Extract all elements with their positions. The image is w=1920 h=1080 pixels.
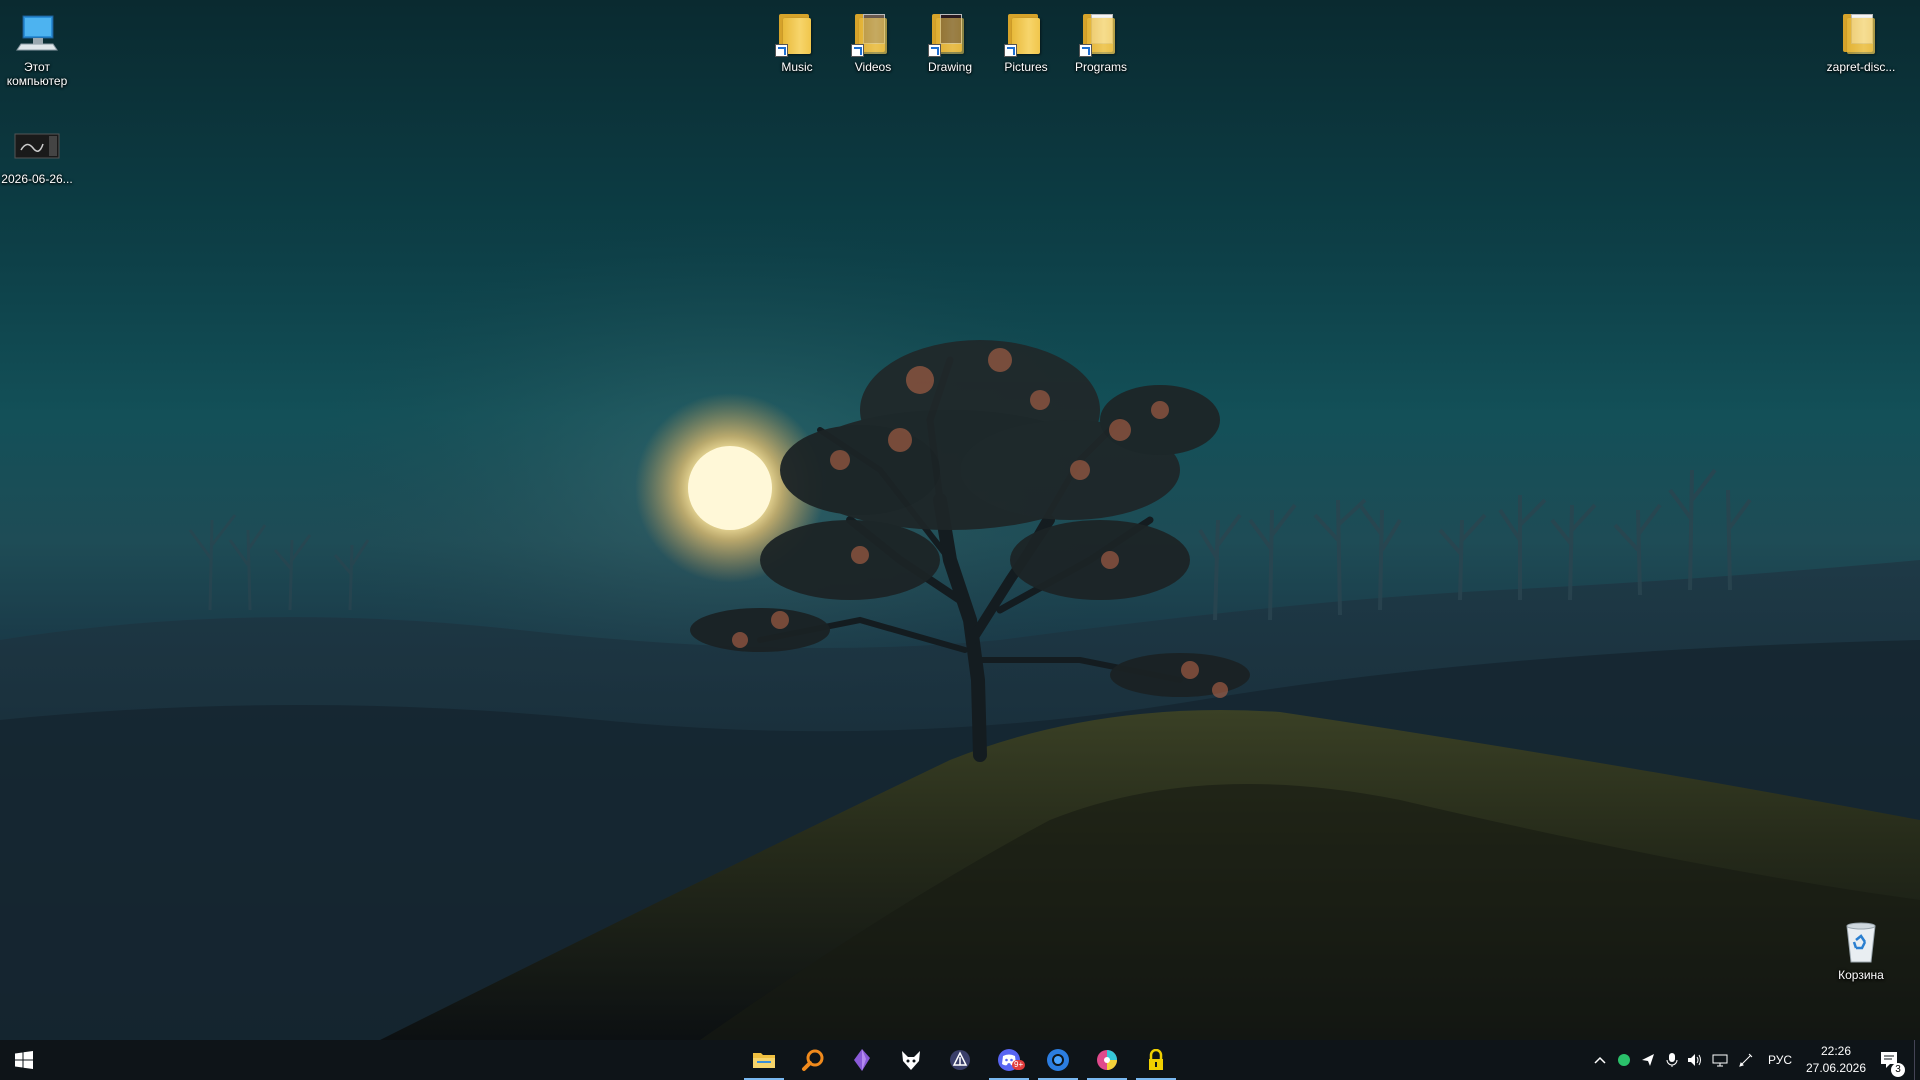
music-label: Music bbox=[781, 60, 813, 74]
taskbar-lock-app[interactable] bbox=[1132, 1040, 1180, 1080]
microphone-icon bbox=[1666, 1053, 1678, 1067]
speaker-icon bbox=[1688, 1054, 1701, 1066]
tray-pen[interactable] bbox=[1735, 1040, 1757, 1080]
palette-icon bbox=[1097, 1050, 1117, 1070]
pictures-label: Pictures bbox=[1004, 60, 1048, 74]
browser-icon bbox=[1047, 1049, 1069, 1071]
image-thumbnail-icon bbox=[13, 122, 61, 170]
taskbar-browser[interactable] bbox=[1034, 1040, 1082, 1080]
tray-telegram[interactable] bbox=[1637, 1040, 1659, 1080]
folder-icon bbox=[773, 10, 821, 58]
screenshot-file-label: 2026-06-26... bbox=[1, 172, 73, 186]
network-icon bbox=[1712, 1054, 1728, 1067]
computer-icon bbox=[13, 10, 61, 58]
gem-icon bbox=[854, 1049, 870, 1071]
triangle-icon bbox=[950, 1050, 970, 1070]
fox-icon bbox=[902, 1051, 920, 1070]
taskbar-gem-app[interactable] bbox=[838, 1040, 886, 1080]
programs-label: Programs bbox=[1074, 60, 1127, 74]
recycle-bin-label: Корзина bbox=[1838, 968, 1884, 982]
recycle-bin-icon bbox=[1837, 918, 1885, 966]
start-button[interactable] bbox=[0, 1040, 48, 1080]
recycle-bin-item[interactable]: Корзина bbox=[1819, 914, 1903, 982]
folder-icon bbox=[849, 10, 897, 58]
pictures-folder-item[interactable]: Pictures bbox=[984, 6, 1068, 74]
this-pc-icon-item[interactable]: Этот компьютер bbox=[0, 6, 79, 88]
show-hidden-icons-button[interactable] bbox=[1590, 1040, 1610, 1080]
zapret-label: zapret-disc... bbox=[1826, 60, 1896, 74]
green-circle-icon bbox=[1618, 1054, 1630, 1066]
pen-icon bbox=[1739, 1053, 1753, 1067]
desktop[interactable]: Этот компьютер 2026-06-26... Music Video… bbox=[0, 0, 1920, 1040]
clock-time: 22:26 bbox=[1820, 1044, 1852, 1058]
show-desktop-button[interactable] bbox=[1914, 1040, 1920, 1080]
drawing-folder-item[interactable]: Drawing bbox=[908, 6, 992, 74]
notification-count-badge: 3 bbox=[1891, 1063, 1905, 1077]
music-folder-item[interactable]: Music bbox=[755, 6, 839, 74]
screenshot-file-item[interactable]: 2026-06-26... bbox=[0, 118, 79, 186]
taskbar-search-app[interactable] bbox=[789, 1040, 837, 1080]
clock-date: 27.06.2026 bbox=[1805, 1061, 1867, 1075]
folder-icon bbox=[1837, 10, 1885, 58]
folder-icon bbox=[753, 1053, 775, 1068]
chevron-up-icon bbox=[1594, 1056, 1606, 1064]
videos-folder-item[interactable]: Videos bbox=[831, 6, 915, 74]
taskbar-triangle-app[interactable] bbox=[936, 1040, 984, 1080]
videos-label: Videos bbox=[854, 60, 892, 74]
clock[interactable]: 22:26 27.06.2026 bbox=[1800, 1043, 1872, 1077]
paper-plane-icon bbox=[1642, 1054, 1654, 1066]
language-indicator[interactable]: РУС bbox=[1762, 1040, 1798, 1080]
tray-network[interactable] bbox=[1709, 1040, 1731, 1080]
discord-badge: 9+ bbox=[1012, 1060, 1026, 1070]
zapret-folder-item[interactable]: zapret-disc... bbox=[1819, 6, 1903, 74]
programs-folder-item[interactable]: Programs bbox=[1059, 6, 1143, 74]
taskbar-discord[interactable]: 9+ bbox=[985, 1040, 1033, 1080]
folder-icon bbox=[926, 10, 974, 58]
taskbar: 9+ РУС 22:26 27.06.2026 3 bbox=[0, 1040, 1920, 1080]
padlock-icon bbox=[1149, 1049, 1163, 1070]
folder-icon bbox=[1077, 10, 1125, 58]
tray-volume[interactable] bbox=[1684, 1040, 1706, 1080]
tray-status-app[interactable] bbox=[1613, 1040, 1635, 1080]
tray-microphone[interactable] bbox=[1661, 1040, 1683, 1080]
taskbar-file-explorer[interactable] bbox=[740, 1040, 788, 1080]
folder-icon bbox=[1002, 10, 1050, 58]
drawing-label: Drawing bbox=[927, 60, 972, 74]
taskbar-fox-app[interactable] bbox=[887, 1040, 935, 1080]
windows-logo-icon bbox=[15, 1051, 33, 1069]
taskbar-color-app[interactable] bbox=[1083, 1040, 1131, 1080]
magnifier-icon bbox=[802, 1049, 824, 1071]
this-pc-label: Этот компьютер bbox=[6, 60, 68, 88]
wallpaper bbox=[0, 220, 1920, 1040]
